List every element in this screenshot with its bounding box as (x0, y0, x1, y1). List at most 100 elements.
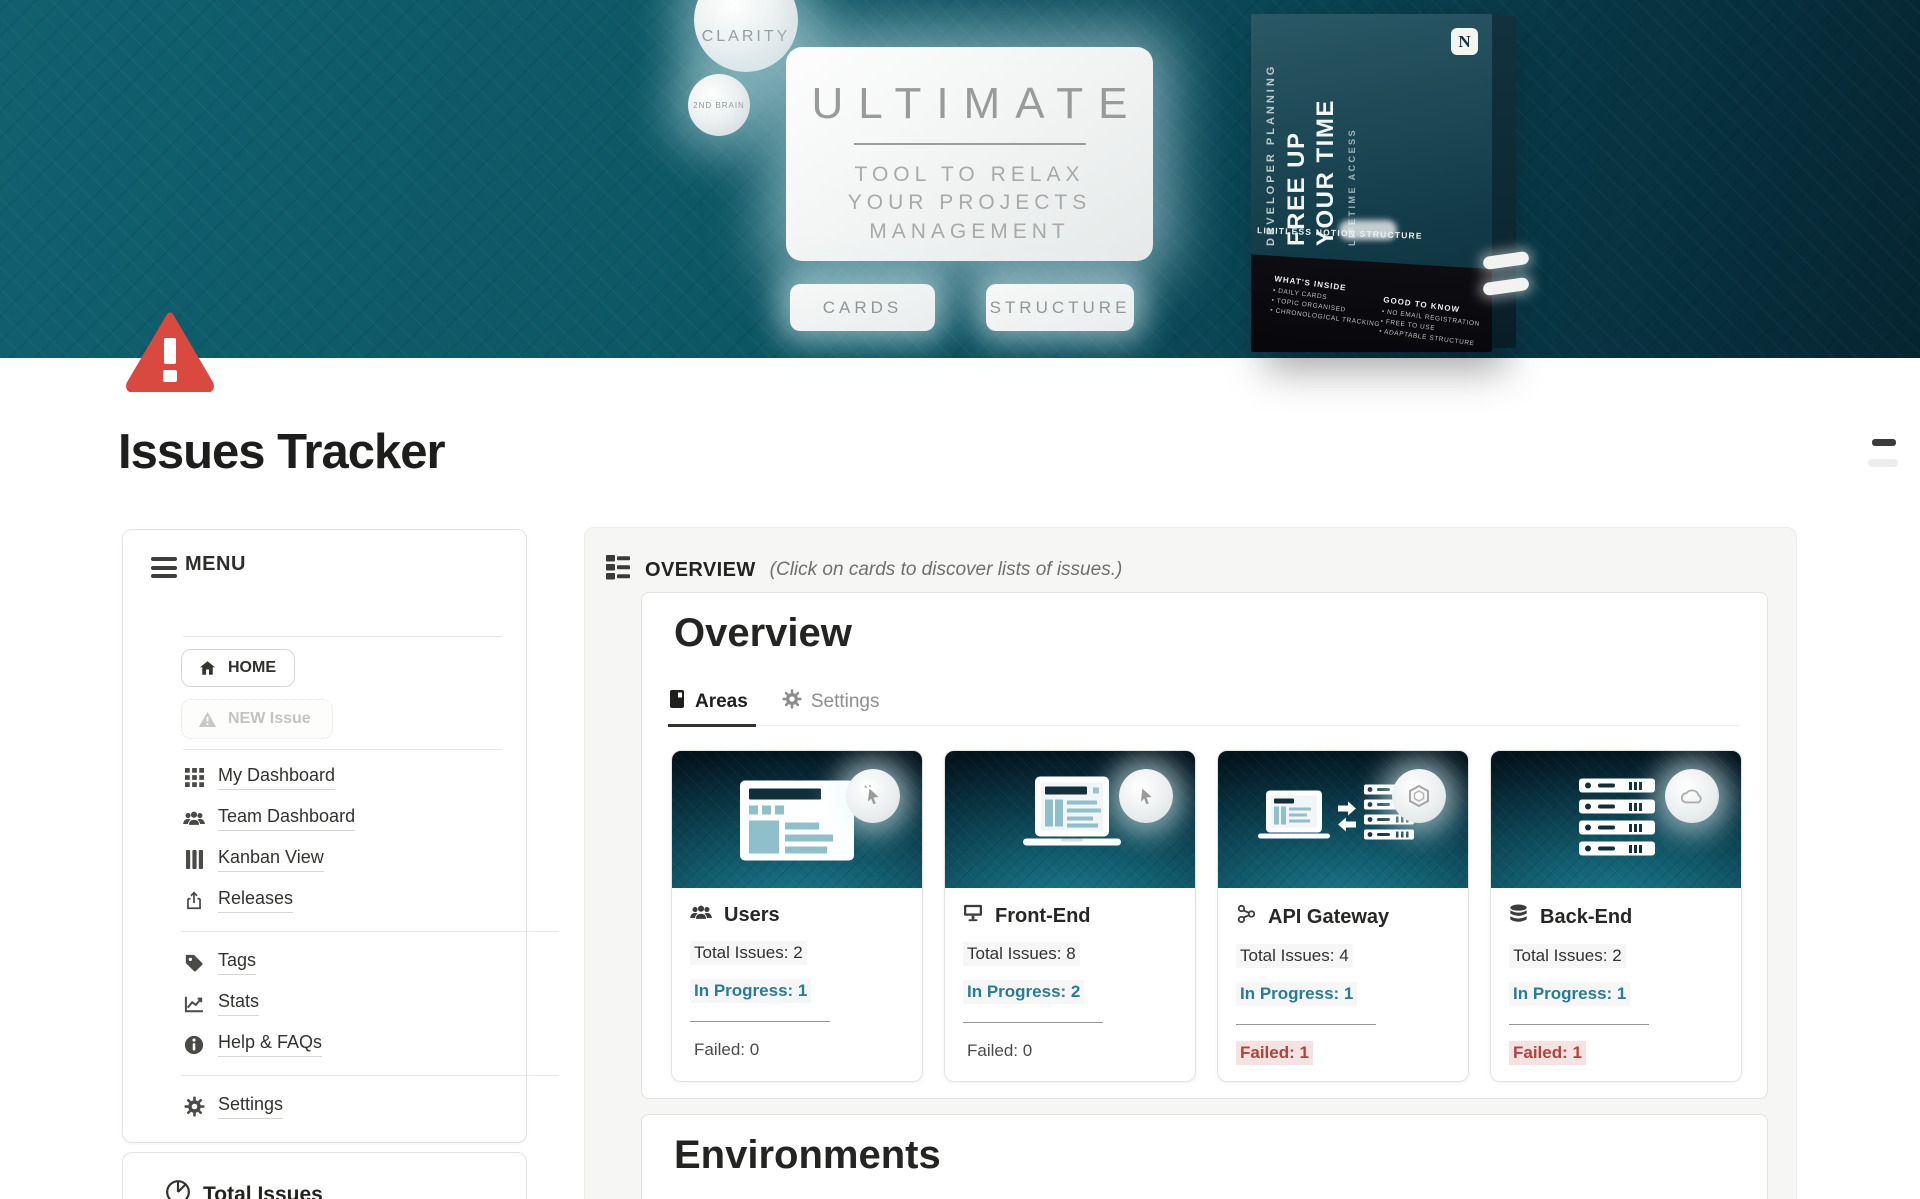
in-progress-stat: In Progress: 1 (1236, 982, 1357, 1006)
failed-stat: Failed: 0 (963, 1039, 1036, 1063)
sidebar-item-stats[interactable]: Stats (183, 983, 503, 1024)
box-inside-column: WHAT'S INSIDE DAILY CARDS TOPIC ORGANISE… (1269, 274, 1384, 331)
monitor-icon (963, 904, 983, 928)
front-end-card-body: Front-End Total Issues: 8 In Progress: 2… (945, 888, 1195, 1063)
front-end-card-illustration (945, 751, 1195, 888)
overview-title: Overview (674, 611, 852, 656)
hamburger-menu-icon[interactable] (151, 557, 177, 578)
total-issues-stat: Total Issues: 2 (1509, 944, 1626, 968)
sidebar-menu-card: MENU HOME NEW Issue (122, 529, 527, 1143)
dashboard-grid-icon (183, 767, 205, 789)
failed-stat: Failed: 1 (1509, 1041, 1586, 1065)
area-card-name: Front-End (995, 905, 1091, 928)
box-title: FREE UP YOUR TIME (1283, 50, 1341, 246)
users-card-body: Users Total Issues: 2 In Progress: 1 Fai… (672, 888, 922, 1062)
kanban-columns-icon (183, 849, 205, 871)
tab-areas[interactable]: Areas (670, 679, 748, 725)
sidebar-menu-title: MENU (185, 553, 246, 576)
area-card-title-row: API Gateway (1236, 904, 1450, 930)
issues-tracker-page: CLARITY 2ND BRAIN ULTIMATE TOOL TO RELAX… (0, 0, 1920, 1199)
sidebar-item-label: My Dashboard (218, 765, 335, 790)
box-kicker: DEVELOPER PLANNING (1265, 50, 1277, 246)
total-issues-stat: Total Issues: 4 (1236, 944, 1353, 968)
banner-structure-chip: STRUCTURE (986, 284, 1134, 331)
box-subtitle: LIFETIME ACCESS (1347, 50, 1357, 246)
home-button-label: HOME (228, 659, 276, 677)
collapse-minus-shadow (1868, 459, 1898, 467)
cloud-badge-icon (1665, 769, 1719, 823)
users-icon (690, 904, 712, 927)
clarity-bubble: CLARITY (694, 0, 798, 72)
product-box: N DEVELOPER PLANNING FREE UP YOUR TIME L… (1251, 14, 1516, 354)
sidebar-item-my-dashboard[interactable]: My Dashboard (183, 757, 503, 798)
info-circle-icon (183, 1034, 205, 1056)
sidebar-stats-card: Total Issues (122, 1152, 527, 1199)
area-cards-grid: Users Total Issues: 2 In Progress: 1 Fai… (671, 750, 1742, 1082)
sidebar-divider (181, 1075, 559, 1076)
area-card-name: Back-End (1540, 906, 1632, 929)
back-end-card-illustration (1491, 751, 1741, 888)
overview-tabs: Areas Settings (670, 679, 1739, 726)
hero-title: ULTIMATE (786, 79, 1153, 129)
product-box-side (1492, 16, 1516, 348)
home-icon (196, 657, 218, 679)
notion-logo-letter: N (1458, 32, 1470, 52)
settings-gear-icon (183, 1096, 205, 1118)
area-card-title-row: Front-End (963, 904, 1177, 928)
sidebar-divider (183, 636, 502, 637)
overview-section-hint: (Click on cards to discover lists of iss… (770, 559, 1123, 581)
sidebar-item-label: Tags (218, 950, 256, 975)
share-export-icon (183, 890, 205, 912)
sidebar-item-team-dashboard[interactable]: Team Dashboard (183, 798, 503, 839)
area-card-back-end[interactable]: Back-End Total Issues: 2 In Progress: 1 … (1490, 750, 1742, 1082)
api-gateway-card-body: API Gateway Total Issues: 4 In Progress:… (1218, 888, 1468, 1065)
sidebar-item-tags[interactable]: Tags (183, 942, 503, 983)
pie-chart-icon (165, 1179, 191, 1199)
area-card-front-end[interactable]: Front-End Total Issues: 8 In Progress: 2… (944, 750, 1196, 1082)
hexagon-badge-icon (1392, 769, 1446, 823)
tab-settings-label: Settings (811, 691, 880, 713)
total-issues-label: Total Issues (203, 1183, 323, 1199)
total-issues-stat: Total Issues: 8 (963, 942, 1080, 966)
sidebar-divider (183, 749, 502, 750)
area-card-name: Users (724, 904, 780, 927)
home-button[interactable]: HOME (181, 649, 295, 687)
area-card-title-row: Users (690, 904, 904, 927)
stats-chart-icon (183, 993, 205, 1015)
notion-logo: N (1451, 28, 1478, 55)
tab-settings[interactable]: Settings (782, 679, 880, 725)
area-card-api-gateway[interactable]: API Gateway Total Issues: 4 In Progress:… (1217, 750, 1469, 1082)
overview-list-icon (605, 554, 631, 586)
sidebar-item-settings[interactable]: Settings (183, 1086, 503, 1127)
area-card-title-row: Back-End (1509, 904, 1723, 930)
in-progress-stat: In Progress: 2 (963, 980, 1084, 1004)
new-issue-button[interactable]: NEW Issue (181, 699, 333, 739)
tab-areas-label: Areas (695, 691, 748, 713)
main-content-panel: OVERVIEW (Click on cards to discover lis… (584, 527, 1797, 1199)
failed-stat: Failed: 1 (1236, 1041, 1313, 1065)
sidebar-item-label: Team Dashboard (218, 806, 355, 831)
overview-section-header: OVERVIEW (Click on cards to discover lis… (605, 554, 1122, 586)
sidebar-item-kanban-view[interactable]: Kanban View (183, 839, 503, 880)
area-card-users[interactable]: Users Total Issues: 2 In Progress: 1 Fai… (671, 750, 923, 1082)
back-end-card-body: Back-End Total Issues: 2 In Progress: 1 … (1491, 888, 1741, 1065)
sidebar-item-label: Releases (218, 888, 293, 913)
tag-icon (183, 952, 205, 974)
collapse-minus-icon[interactable] (1872, 439, 1896, 446)
sidebar-item-label: Kanban View (218, 847, 324, 872)
sidebar-item-help-faqs[interactable]: Help & FAQs (183, 1024, 503, 1065)
api-gateway-card-illustration (1218, 751, 1468, 888)
box-know-column: GOOD TO KNOW NO EMAIL REGISTRATION FREE … (1378, 295, 1482, 351)
overview-section-label: OVERVIEW (645, 559, 756, 582)
sidebar-item-label: Settings (218, 1094, 283, 1119)
new-issue-warning-icon (196, 708, 218, 730)
in-progress-stat: In Progress: 1 (1509, 982, 1630, 1006)
in-progress-stat: In Progress: 1 (690, 979, 811, 1003)
product-box-front: N DEVELOPER PLANNING FREE UP YOUR TIME L… (1251, 14, 1492, 352)
hero-divider (854, 143, 1086, 145)
database-icon (1509, 904, 1528, 930)
second-brain-bubble-label: 2ND BRAIN (693, 101, 745, 110)
banner-cards-chip: CARDS (790, 284, 935, 331)
sidebar-item-releases[interactable]: Releases (183, 880, 503, 921)
sidebar-nav-list: My Dashboard Team Dashboard (183, 757, 503, 1127)
